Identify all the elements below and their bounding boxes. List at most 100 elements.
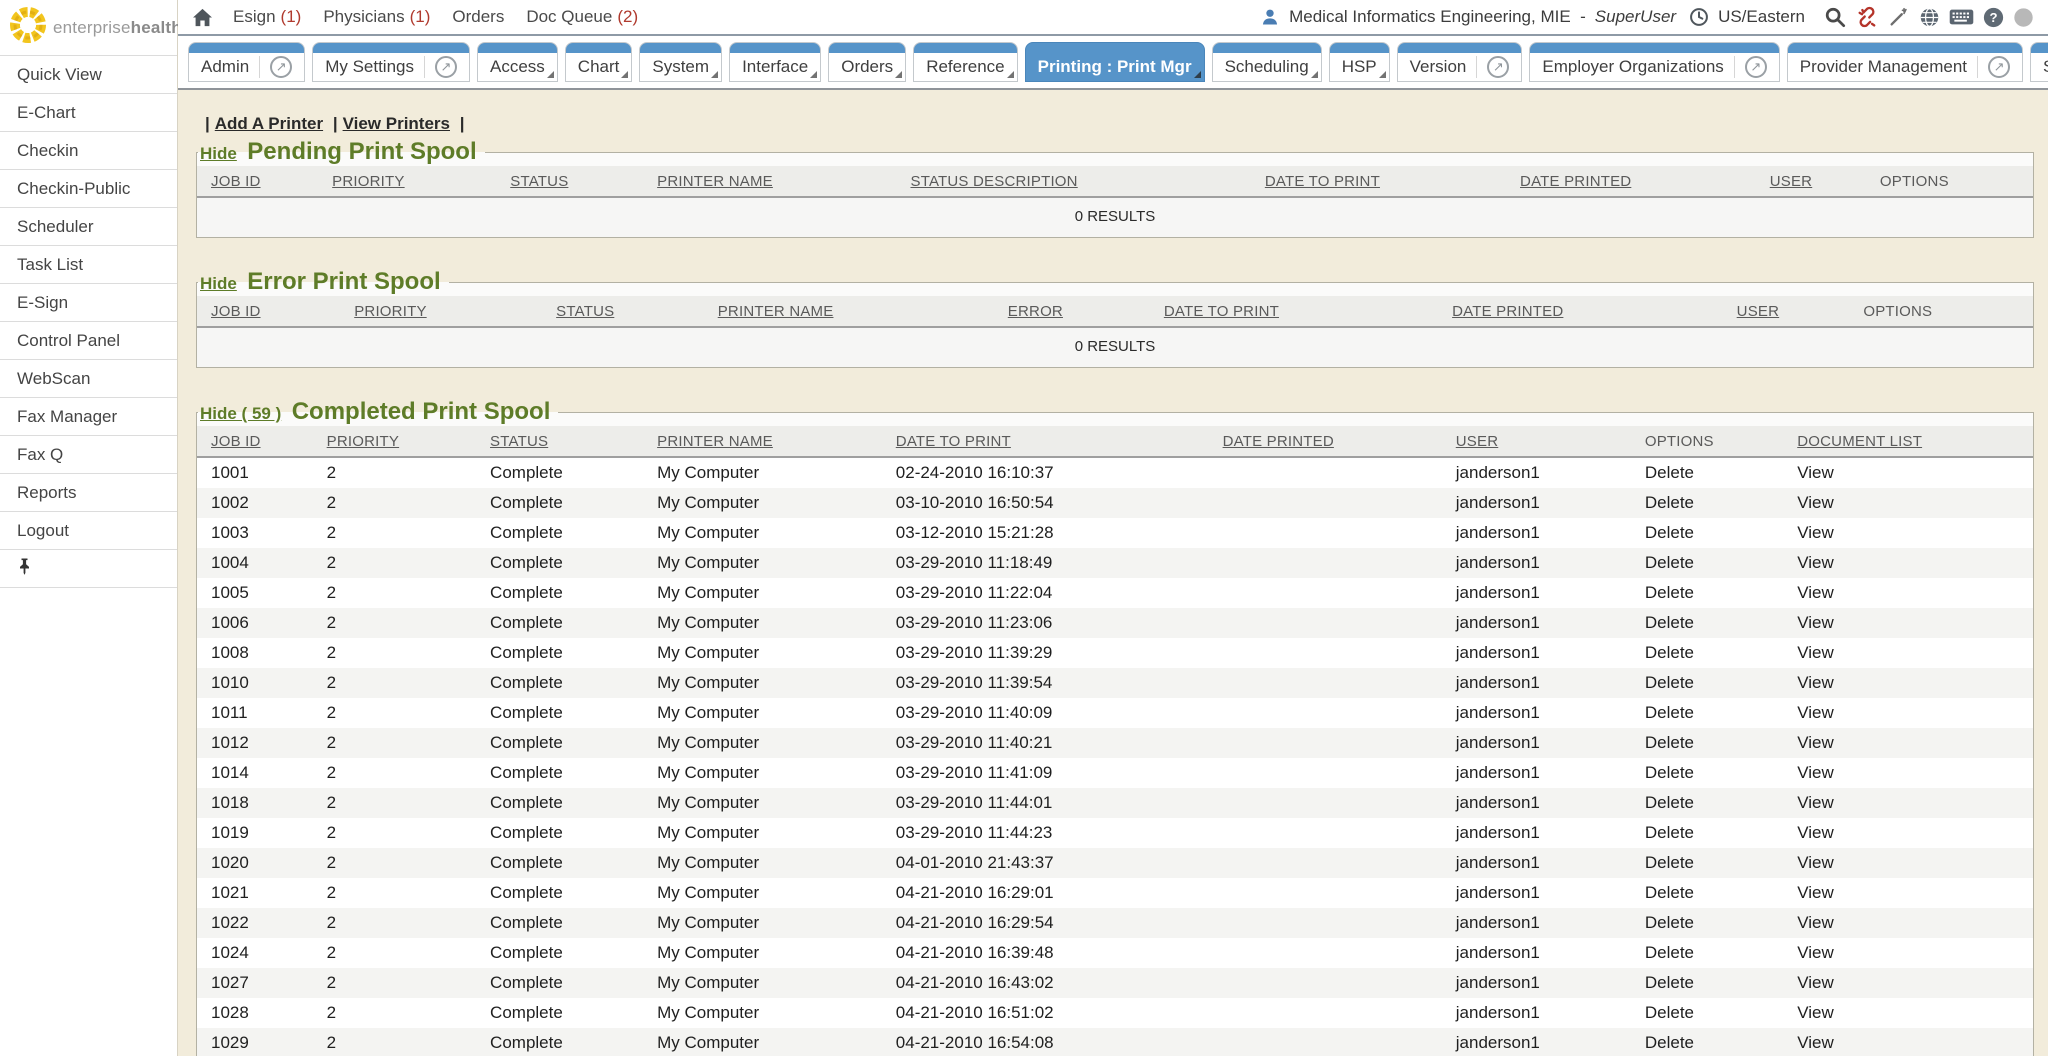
view-link[interactable]: View (1797, 793, 1834, 812)
sort-link[interactable]: STATUS DESCRIPTION (910, 173, 1077, 190)
nav-esign[interactable]: Esign(1) (233, 7, 301, 27)
view-link[interactable]: View (1797, 853, 1834, 872)
delete-link[interactable]: Delete (1645, 703, 1694, 722)
sidebar-item-fax-q[interactable]: Fax Q (0, 436, 177, 474)
sidebar-item-logout[interactable]: Logout (0, 512, 177, 550)
tab-my-settings[interactable]: My Settings↗ (312, 42, 470, 82)
sidebar-item-quick-view[interactable]: Quick View (0, 56, 177, 94)
sort-link[interactable]: STATUS (556, 303, 614, 320)
tab-scheduling[interactable]: Scheduling (1212, 42, 1322, 82)
tab-reference[interactable]: Reference (913, 42, 1017, 82)
delete-link[interactable]: Delete (1645, 763, 1694, 782)
delete-link[interactable]: Delete (1645, 463, 1694, 482)
tab-version[interactable]: Version↗ (1397, 42, 1523, 82)
sort-link[interactable]: PRIORITY (354, 303, 426, 320)
sort-link[interactable]: USER (1456, 433, 1498, 450)
sort-link[interactable]: JOB ID (211, 303, 261, 320)
search-icon[interactable] (1824, 6, 1846, 28)
view-link[interactable]: View (1797, 463, 1834, 482)
hide-error-link[interactable]: Hide (200, 274, 237, 293)
view-link[interactable]: View (1797, 613, 1834, 632)
sort-link[interactable]: USER (1737, 303, 1779, 320)
view-link[interactable]: View (1797, 1003, 1834, 1022)
delete-link[interactable]: Delete (1645, 493, 1694, 512)
sort-link[interactable]: DATE PRINTED (1452, 303, 1563, 320)
sort-link[interactable]: DATE TO PRINT (896, 433, 1011, 450)
nav-doc-queue[interactable]: Doc Queue(2) (526, 7, 638, 27)
sort-link[interactable]: DOCUMENT LIST (1797, 433, 1922, 450)
delete-link[interactable]: Delete (1645, 883, 1694, 902)
tab-orders[interactable]: Orders (828, 42, 906, 82)
view-link[interactable]: View (1797, 703, 1834, 722)
view-link[interactable]: View (1797, 943, 1834, 962)
sidebar-item-checkin[interactable]: Checkin (0, 132, 177, 170)
delete-link[interactable]: Delete (1645, 1003, 1694, 1022)
sidebar-item-e-sign[interactable]: E-Sign (0, 284, 177, 322)
view-link[interactable]: View (1797, 973, 1834, 992)
nav-orders[interactable]: Orders (452, 7, 504, 27)
view-link[interactable]: View (1797, 493, 1834, 512)
sidebar-item-reports[interactable]: Reports (0, 474, 177, 512)
view-link[interactable]: View (1797, 823, 1834, 842)
delete-link[interactable]: Delete (1645, 733, 1694, 752)
nav-physicians[interactable]: Physicians(1) (323, 7, 430, 27)
sort-link[interactable]: ERROR (1008, 303, 1063, 320)
delete-link[interactable]: Delete (1645, 793, 1694, 812)
view-link[interactable]: View (1797, 583, 1834, 602)
sidebar-item-e-chart[interactable]: E-Chart (0, 94, 177, 132)
view-link[interactable]: View (1797, 673, 1834, 692)
sort-link[interactable]: DATE PRINTED (1223, 433, 1334, 450)
tab-hsp[interactable]: HSP (1329, 42, 1390, 82)
tab-similar-exposure-groups-segs[interactable]: Similar Exposure Groups (SEGs)↗ (2030, 42, 2048, 82)
tab-access[interactable]: Access (477, 42, 558, 82)
tab-system[interactable]: System (639, 42, 722, 82)
broken-link-icon[interactable] (1855, 6, 1879, 28)
hide-pending-link[interactable]: Hide (200, 144, 237, 163)
sidebar-item-fax-manager[interactable]: Fax Manager (0, 398, 177, 436)
add-a-printer-link[interactable]: Add A Printer (215, 114, 323, 133)
tab-employer-organizations[interactable]: Employer Organizations↗ (1529, 42, 1779, 82)
delete-link[interactable]: Delete (1645, 613, 1694, 632)
home-icon[interactable] (192, 8, 213, 27)
sidebar-item-webscan[interactable]: WebScan (0, 360, 177, 398)
keyboard-icon[interactable] (1949, 8, 1974, 26)
sort-link[interactable]: PRINTER NAME (718, 303, 834, 320)
sort-link[interactable]: DATE TO PRINT (1164, 303, 1279, 320)
sort-link[interactable]: PRIORITY (327, 433, 399, 450)
delete-link[interactable]: Delete (1645, 553, 1694, 572)
delete-link[interactable]: Delete (1645, 673, 1694, 692)
view-link[interactable]: View (1797, 643, 1834, 662)
sort-link[interactable]: PRINTER NAME (657, 433, 773, 450)
sort-link[interactable]: DATE TO PRINT (1265, 173, 1380, 190)
delete-link[interactable]: Delete (1645, 913, 1694, 932)
hide-completed-link[interactable]: Hide ( 59 ) (200, 404, 281, 423)
sort-link[interactable]: PRINTER NAME (657, 173, 773, 190)
sort-link[interactable]: STATUS (510, 173, 568, 190)
sort-link[interactable]: JOB ID (211, 433, 261, 450)
sidebar-item-checkin-public[interactable]: Checkin-Public (0, 170, 177, 208)
delete-link[interactable]: Delete (1645, 1033, 1694, 1052)
tab-interface[interactable]: Interface (729, 42, 821, 82)
help-icon[interactable]: ? (1983, 7, 2004, 28)
sidebar-pin-button[interactable] (0, 550, 177, 588)
sidebar-item-control-panel[interactable]: Control Panel (0, 322, 177, 360)
external-link-icon[interactable]: ↗ (1487, 56, 1509, 78)
view-link[interactable]: View (1797, 913, 1834, 932)
view-printers-link[interactable]: View Printers (343, 114, 450, 133)
view-link[interactable]: View (1797, 763, 1834, 782)
view-link[interactable]: View (1797, 1033, 1834, 1052)
view-link[interactable]: View (1797, 523, 1834, 542)
globe-icon[interactable] (1919, 7, 1940, 28)
sort-link[interactable]: USER (1770, 173, 1812, 190)
delete-link[interactable]: Delete (1645, 973, 1694, 992)
delete-link[interactable]: Delete (1645, 823, 1694, 842)
tab-chart[interactable]: Chart (565, 42, 633, 82)
delete-link[interactable]: Delete (1645, 523, 1694, 542)
sort-link[interactable]: STATUS (490, 433, 548, 450)
external-link-icon[interactable]: ↗ (1745, 56, 1767, 78)
sort-link[interactable]: JOB ID (211, 173, 261, 190)
view-link[interactable]: View (1797, 733, 1834, 752)
external-link-icon[interactable]: ↗ (435, 56, 457, 78)
tab-provider-management[interactable]: Provider Management↗ (1787, 42, 2023, 82)
delete-link[interactable]: Delete (1645, 853, 1694, 872)
